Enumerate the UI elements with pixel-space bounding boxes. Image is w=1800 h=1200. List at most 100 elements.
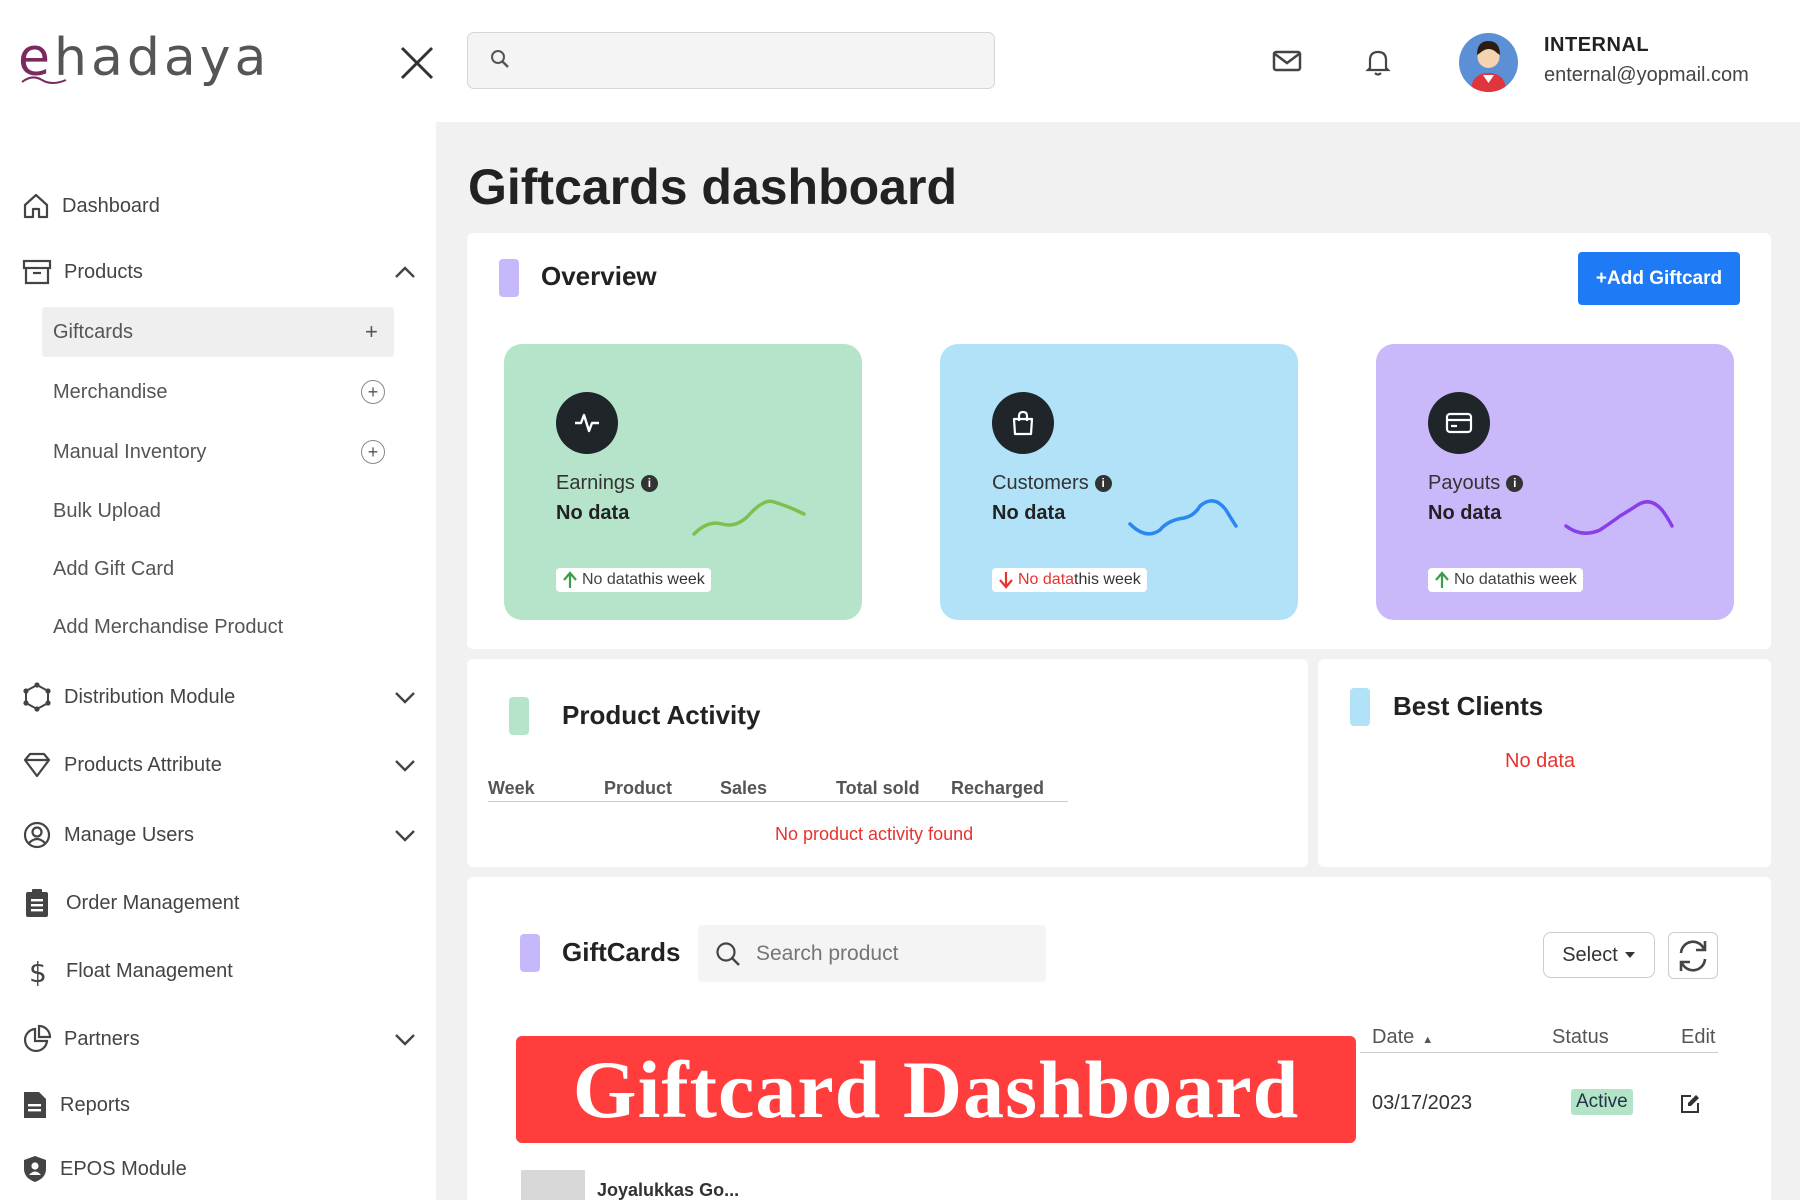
bell-icon[interactable]: [1362, 46, 1394, 78]
sidebar-item-epos-module[interactable]: EPOS Module: [22, 1154, 187, 1184]
sidebar-item-products-attribute[interactable]: Products Attribute: [22, 752, 415, 778]
trend-word: No data: [1018, 571, 1075, 588]
sidebar-item-order-management[interactable]: Order Management: [22, 887, 239, 919]
title-banner: Giftcard Dashboard: [516, 1036, 1356, 1143]
select-dropdown[interactable]: Select: [1543, 932, 1655, 978]
user-circle-icon: [23, 821, 51, 849]
sidebar-subitem-add-merchandise-product[interactable]: Add Merchandise Product: [42, 602, 394, 652]
stat-card-customers[interactable]: Customers i No data No data this week: [940, 344, 1298, 620]
sidebar-subitem-merchandise[interactable]: Merchandise +: [42, 367, 394, 417]
sidebar-item-manage-users[interactable]: Manage Users: [22, 820, 415, 850]
edit-icon[interactable]: [1679, 1093, 1701, 1115]
stat-card-payouts[interactable]: Payouts i No data No data this week: [1376, 344, 1734, 620]
table-divider: [488, 801, 1068, 802]
sidebar-item-label: Add Gift Card: [53, 557, 175, 580]
shield-user-icon: [24, 1156, 46, 1182]
trend-badge: No data this week: [556, 568, 711, 592]
sidebar-item-distribution-module[interactable]: Distribution Module: [22, 682, 415, 712]
empty-message: No data: [1505, 750, 1576, 772]
page-title: Giftcards dashboard: [468, 159, 957, 215]
sidebar-subitem-giftcards[interactable]: Giftcards +: [42, 307, 394, 357]
sidebar-item-float-management[interactable]: $ Float Management: [22, 955, 233, 987]
user-avatar-icon: [1471, 41, 1506, 92]
chevron-up-icon[interactable]: [394, 265, 416, 279]
logo-swirl-icon: [21, 76, 67, 84]
sidebar-item-reports[interactable]: Reports: [22, 1090, 130, 1120]
info-icon[interactable]: i: [640, 475, 658, 492]
stat-label: Payouts i: [1428, 472, 1524, 495]
stat-label: Customers i: [992, 472, 1112, 495]
info-icon[interactable]: i: [1094, 475, 1112, 492]
global-search[interactable]: [467, 32, 995, 89]
col-week: Week: [488, 778, 535, 798]
sidebar-item-partners[interactable]: Partners: [22, 1024, 415, 1054]
top-bar: ehadaya INTERNAL enternal@yopmail.com: [0, 0, 1800, 122]
arrow-down-icon: [999, 572, 1013, 589]
info-icon[interactable]: i: [1506, 475, 1524, 492]
home-icon: [23, 193, 49, 219]
product-activity-tag: [509, 697, 529, 735]
col-total-sold: Total sold: [836, 778, 920, 798]
network-icon: [23, 682, 51, 712]
refresh-button[interactable]: [1668, 932, 1718, 979]
stat-card-earnings[interactable]: Earnings i No data No data this week: [504, 344, 862, 620]
arrow-up-icon: [563, 571, 577, 588]
mail-icon[interactable]: [1272, 48, 1304, 74]
best-clients-tag: [1350, 688, 1370, 726]
sidebar-subitem-bulk-upload[interactable]: Bulk Upload: [42, 486, 394, 536]
sidebar-subitem-manual-inventory[interactable]: Manual Inventory +: [42, 427, 394, 477]
activity-icon: [556, 392, 618, 454]
col-edit: Edit: [1681, 1026, 1716, 1048]
plus-icon[interactable]: +: [365, 319, 378, 345]
search-icon: [716, 942, 740, 966]
logo[interactable]: ehadaya: [18, 28, 270, 88]
sidebar-subitem-add-gift-card[interactable]: Add Gift Card: [42, 544, 394, 594]
close-icon[interactable]: [398, 44, 436, 82]
giftcards-title: GiftCards: [562, 937, 681, 967]
giftcards-tag: [520, 934, 540, 972]
sparkline: [1128, 499, 1238, 536]
sidebar-item-label: Add Merchandise Product: [53, 615, 284, 638]
credit-card-icon: [1428, 392, 1490, 454]
col-status: Status: [1552, 1026, 1609, 1048]
caret-down-icon: [1624, 952, 1635, 958]
stat-label: Earnings i: [556, 472, 658, 495]
sparkline: [1564, 500, 1674, 535]
search-icon: [491, 50, 509, 68]
empty-message: No product activity found: [775, 824, 974, 844]
sidebar-item-products[interactable]: Products: [22, 258, 415, 286]
plus-circle-icon[interactable]: +: [361, 380, 385, 404]
plus-circle-icon[interactable]: +: [361, 440, 385, 464]
col-date[interactable]: Date ▲: [1372, 1026, 1433, 1049]
svg-text:$: $: [29, 956, 47, 987]
chevron-down-icon[interactable]: [394, 828, 416, 842]
sidebar-item-label: Reports: [60, 1093, 131, 1116]
col-recharged: Recharged: [951, 778, 1045, 798]
add-giftcard-button[interactable]: +Add Giftcard: [1578, 252, 1740, 305]
shopping-bag-icon: [992, 392, 1054, 454]
sidebar-item-label: Float Management: [66, 959, 233, 982]
product-search-input[interactable]: [756, 939, 1036, 969]
trend-badge: No data this week: [992, 568, 1147, 592]
product-activity-title: Product Activity: [562, 700, 761, 730]
refresh-icon: [1679, 939, 1707, 972]
clipboard-icon: [26, 889, 48, 917]
chevron-down-icon[interactable]: [394, 1032, 416, 1046]
chevron-down-icon[interactable]: [394, 758, 416, 772]
chevron-down-icon[interactable]: [394, 690, 416, 704]
global-search-input[interactable]: [524, 43, 964, 79]
sparkline: [692, 499, 806, 536]
user-email: enternal@yopmail.com: [1544, 64, 1749, 86]
row-date: 03/17/2023: [1372, 1092, 1473, 1114]
product-search[interactable]: [698, 925, 1046, 982]
trend-word: No data: [582, 571, 639, 588]
sidebar-item-dashboard[interactable]: Dashboard: [22, 192, 160, 220]
table-header-divider: [1360, 1052, 1718, 1053]
stat-value: No data: [992, 502, 1066, 524]
sidebar-item-label: Manual Inventory: [53, 440, 207, 463]
dollar-icon: $: [29, 956, 47, 987]
stat-value: No data: [1428, 502, 1502, 524]
avatar[interactable]: [1459, 33, 1518, 92]
trend-word: No data: [1454, 571, 1511, 588]
row-name[interactable]: Joyalukkas Go...: [597, 1180, 739, 1200]
